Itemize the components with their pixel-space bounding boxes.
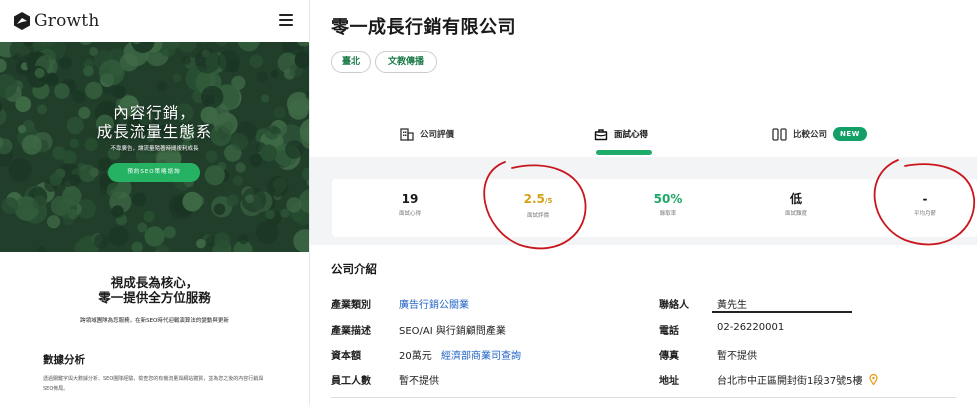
hero-banner: 內容行銷， 成長流量生態系 不靠廣告，讓流量隨著時間複利成長 預約SEO策略諮詢	[0, 42, 309, 252]
company-intro-title: 公司介紹	[331, 262, 377, 276]
address-label: 地址	[659, 376, 679, 387]
tag-industry[interactable]: 文教傳播	[375, 51, 437, 73]
tab-interview-experience[interactable]: 面試心得	[594, 120, 648, 148]
employees-value: 暫不提供	[399, 376, 439, 387]
map-pin-icon[interactable]	[869, 373, 878, 386]
brand-name: Growth	[34, 11, 100, 31]
hero-subtitle: 不靠廣告，讓流量隨著時間複利成長	[110, 146, 199, 152]
building-icon	[400, 127, 414, 141]
new-badge: NEW	[833, 127, 867, 141]
company-panel: 零一成長行銷有限公司 臺北 文教傳播 公司評價 面試心得 比較公司 NEW 19…	[310, 0, 977, 405]
active-tab-indicator	[596, 150, 652, 155]
seo-consult-button[interactable]: 預約SEO策略諮詢	[108, 163, 200, 182]
tag-location[interactable]: 臺北	[331, 51, 371, 73]
phone-value: 02-26220001	[717, 322, 785, 333]
services-title: 視成長為核心， 零一提供全方位服務	[98, 275, 211, 305]
stat-interview-difficulty: 低 面試難度	[784, 192, 807, 217]
stats-card: 19 面試心得 2.5/5 面試評價 50% 錄取率 低 面試難度 - 平均月薪	[332, 179, 977, 237]
employees-label: 員工人數	[331, 376, 371, 387]
data-analysis-text: 透過關鍵字與大數據分析、SEO團隊經驗，檢查您的有機流量與網站體質，並為您之後的…	[43, 376, 264, 392]
tab-compare-companies[interactable]: 比較公司 NEW	[772, 120, 867, 148]
industry-link[interactable]: 廣告行銷公關業	[399, 296, 469, 311]
stats-section: 19 面試心得 2.5/5 面試評價 50% 錄取率 低 面試難度 - 平均月薪	[310, 157, 977, 245]
tab-company-review[interactable]: 公司評價	[400, 120, 454, 148]
address-value: 台北市中正區開封街1段37號5樓	[717, 372, 878, 387]
fax-label: 傳真	[659, 351, 679, 362]
phone-label: 電話	[659, 326, 679, 337]
fax-value: 暫不提供	[717, 351, 757, 362]
moea-lookup-link[interactable]: 經濟部商業司查詢	[441, 347, 521, 362]
data-analysis-title: 數據分析	[43, 354, 85, 366]
hamburger-menu-icon[interactable]	[279, 14, 293, 26]
compare-icon	[772, 127, 787, 141]
stat-interview-rating: 2.5/5 面試評價	[523, 192, 553, 219]
contact-label: 聯絡人	[659, 300, 689, 311]
industry-label: 產業類別	[331, 300, 371, 311]
briefcase-icon	[594, 128, 608, 140]
left-topbar: Growth	[0, 0, 309, 42]
left-panel: Growth 內容行銷， 成長流量生態系 不靠廣告，讓流量隨著時間複利成長 預約…	[0, 0, 310, 405]
description-label: 產業描述	[331, 326, 371, 337]
hero-title: 內容行銷， 成長流量生態系	[96, 104, 213, 141]
brand-logo[interactable]: Growth	[14, 11, 99, 31]
description-value: SEO/AI 與行銷顧問產業	[399, 326, 506, 337]
contact-value: 黃先生	[717, 300, 747, 311]
handwritten-underline	[712, 311, 852, 313]
section-divider	[331, 397, 956, 398]
growth-logo-icon	[14, 12, 30, 30]
stat-average-salary: - 平均月薪	[913, 192, 936, 217]
company-name: 零一成長行銷有限公司	[331, 17, 516, 38]
capital-label: 資本額	[331, 351, 361, 362]
services-subtitle: 跨領域團隊為您服務，在新SEO時代迎戰演算法的變動與更新	[80, 318, 229, 324]
capital-value: 20萬元	[399, 351, 432, 362]
stat-interview-count: 19 面試心得	[398, 192, 421, 217]
stat-acceptance-rate: 50% 錄取率	[653, 192, 683, 217]
